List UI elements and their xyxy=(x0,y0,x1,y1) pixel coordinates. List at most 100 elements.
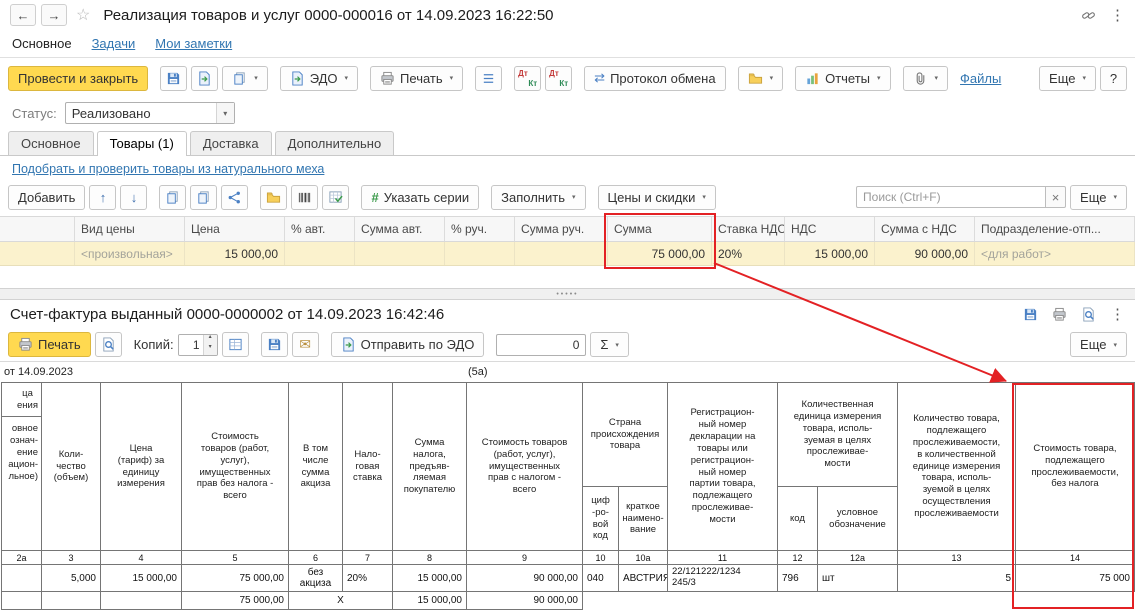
show-postings-alt-button[interactable]: Дт Кт xyxy=(545,66,572,91)
add-row-button[interactable]: Добавить xyxy=(8,185,85,210)
folder-menu-button[interactable]: ▾ xyxy=(738,66,784,91)
column-header-sum[interactable]: Сумма xyxy=(608,217,712,241)
more-button[interactable]: Еще ▾ xyxy=(1039,66,1096,91)
preview-button[interactable] xyxy=(95,332,122,357)
help-button[interactable]: ? xyxy=(1100,66,1127,91)
caret-icon: ▾ xyxy=(1113,341,1117,349)
copies-input[interactable] xyxy=(179,335,203,355)
stepper-up-icon[interactable]: ▴ xyxy=(204,335,217,345)
print-button[interactable]: Печать xyxy=(8,332,91,357)
back-button[interactable]: ← xyxy=(10,4,36,26)
column-header-department[interactable]: Подразделение-отп... xyxy=(975,217,1135,241)
copy-icon xyxy=(165,190,180,205)
sum-field[interactable] xyxy=(496,334,586,356)
fill-button[interactable]: Заполнить ▾ xyxy=(491,185,585,210)
column-header-price-kind[interactable]: Вид цены xyxy=(75,217,185,241)
print-label: Печать xyxy=(38,337,81,352)
save-as-button[interactable] xyxy=(261,332,288,357)
send-email-button[interactable]: ✉ xyxy=(292,332,319,357)
stepper-arrows: ▴ ▾ xyxy=(203,335,217,355)
favorite-star-icon[interactable]: ☆ xyxy=(76,5,90,25)
cell-unit-price: 15 000,00 xyxy=(101,565,182,592)
nav-main[interactable]: Основное xyxy=(12,36,72,51)
nav-tasks[interactable]: Задачи xyxy=(92,36,136,51)
cell-sum-with-vat[interactable]: 90 000,00 xyxy=(875,242,975,265)
cell-price[interactable]: 15 000,00 xyxy=(185,242,285,265)
show-postings-button[interactable]: Дт Кт xyxy=(514,66,541,91)
paste-row-button[interactable] xyxy=(190,185,217,210)
sigma-button[interactable]: Σ ▾ xyxy=(590,332,629,357)
column-header-sum-manual[interactable]: Сумма руч. xyxy=(515,217,608,241)
cell-pct-auto[interactable] xyxy=(285,242,355,265)
post-and-close-button[interactable]: Провести и закрыть xyxy=(8,66,148,91)
share-button[interactable] xyxy=(221,185,248,210)
reports-button[interactable]: Отчеты ▾ xyxy=(795,66,890,91)
cell-sum-auto[interactable] xyxy=(355,242,445,265)
move-down-button[interactable]: ↓ xyxy=(120,185,147,210)
nav-notes[interactable]: Мои заметки xyxy=(155,36,232,51)
cell-department[interactable]: <для работ> xyxy=(975,242,1135,265)
fur-products-link[interactable]: Подобрать и проверить товары из натураль… xyxy=(12,162,324,176)
preview-icon[interactable] xyxy=(1081,307,1096,322)
colnum: 8 xyxy=(393,551,467,565)
more-menu-icon[interactable]: ⋮ xyxy=(1110,6,1125,24)
caret-icon: ▾ xyxy=(770,74,774,82)
link-icon[interactable] xyxy=(1081,8,1096,23)
copy-row-button[interactable] xyxy=(159,185,186,210)
more-menu-icon[interactable]: ⋮ xyxy=(1110,305,1125,323)
cell-vat-rate[interactable]: 20% xyxy=(712,242,785,265)
exchange-icon: ⇄ xyxy=(594,70,605,86)
column-header-vat-rate[interactable]: Ставка НДС xyxy=(712,217,785,241)
files-link[interactable]: Файлы xyxy=(960,71,1001,86)
cell-price-kind[interactable]: <произвольная> xyxy=(75,242,185,265)
search-input[interactable] xyxy=(856,186,1046,208)
column-header-sum-auto[interactable]: Сумма авт. xyxy=(355,217,445,241)
stepper-down-icon[interactable]: ▾ xyxy=(204,345,217,355)
print-menu-button[interactable]: Печать ▾ xyxy=(370,66,463,91)
cell-vat[interactable]: 15 000,00 xyxy=(785,242,875,265)
column-header-sum-with-vat[interactable]: Сумма с НДС xyxy=(875,217,975,241)
tab-goods[interactable]: Товары (1) xyxy=(97,131,187,156)
caret-icon: ▾ xyxy=(935,74,939,82)
column-header-pct-auto[interactable]: % авт. xyxy=(285,217,355,241)
create-based-on-button[interactable]: ▾ xyxy=(222,66,268,91)
tab-main[interactable]: Основное xyxy=(8,131,94,155)
colnum: 9 xyxy=(467,551,583,565)
col-cost-without-tax: Стоимость товаров (работ, услуг), имущес… xyxy=(182,383,289,551)
prices-discounts-button[interactable]: Цены и скидки ▾ xyxy=(598,185,716,210)
post-document-button[interactable] xyxy=(191,66,218,91)
exchange-protocol-label: Протокол обмена xyxy=(610,71,716,86)
cell-pct-manual[interactable] xyxy=(445,242,515,265)
document-list-button[interactable] xyxy=(475,66,502,91)
column-header-vat[interactable]: НДС xyxy=(785,217,875,241)
printer-icon[interactable] xyxy=(1052,307,1067,322)
exchange-protocol-button[interactable]: ⇄ Протокол обмена xyxy=(584,66,725,91)
edo-button[interactable]: ЭДО ▾ xyxy=(280,66,358,91)
attachments-button[interactable]: ▾ xyxy=(903,66,949,91)
cell-sum[interactable]: 75 000,00 xyxy=(608,242,712,265)
catalog-button[interactable] xyxy=(260,185,287,210)
printer-settings-button[interactable] xyxy=(222,332,249,357)
barcode-button[interactable] xyxy=(291,185,318,210)
tab-delivery[interactable]: Доставка xyxy=(190,131,272,155)
check-items-button[interactable] xyxy=(322,185,349,210)
invoice-more-button[interactable]: Еще ▾ xyxy=(1070,332,1127,357)
tab-additional[interactable]: Дополнительно xyxy=(275,131,395,155)
clear-search-button[interactable]: × xyxy=(1046,186,1066,208)
forward-button[interactable]: → xyxy=(41,4,67,26)
table-row[interactable]: <произвольная> 15 000,00 75 000,00 20% 1… xyxy=(0,242,1135,266)
move-up-button[interactable]: ↑ xyxy=(89,185,116,210)
save-icon[interactable] xyxy=(1023,307,1038,322)
invoice-totals-row: 75 000,00 X 15 000,00 90 000,00 xyxy=(2,592,1135,610)
column-header-pct-manual[interactable]: % руч. xyxy=(445,217,515,241)
cell-sum-manual[interactable] xyxy=(515,242,608,265)
items-more-button[interactable]: Еще ▾ xyxy=(1070,185,1127,210)
window-splitter[interactable]: ••••• xyxy=(0,288,1135,300)
status-select[interactable]: Реализовано ▾ xyxy=(65,102,235,124)
send-edo-button[interactable]: Отправить по ЭДО xyxy=(331,332,485,357)
save-button[interactable] xyxy=(160,66,187,91)
invoice-subheader: от 14.09.2023 (5а) xyxy=(0,362,1135,382)
specify-series-button[interactable]: # Указать серии xyxy=(361,185,479,210)
column-header-price[interactable]: Цена xyxy=(185,217,285,241)
magnifier-doc-icon xyxy=(101,337,116,352)
